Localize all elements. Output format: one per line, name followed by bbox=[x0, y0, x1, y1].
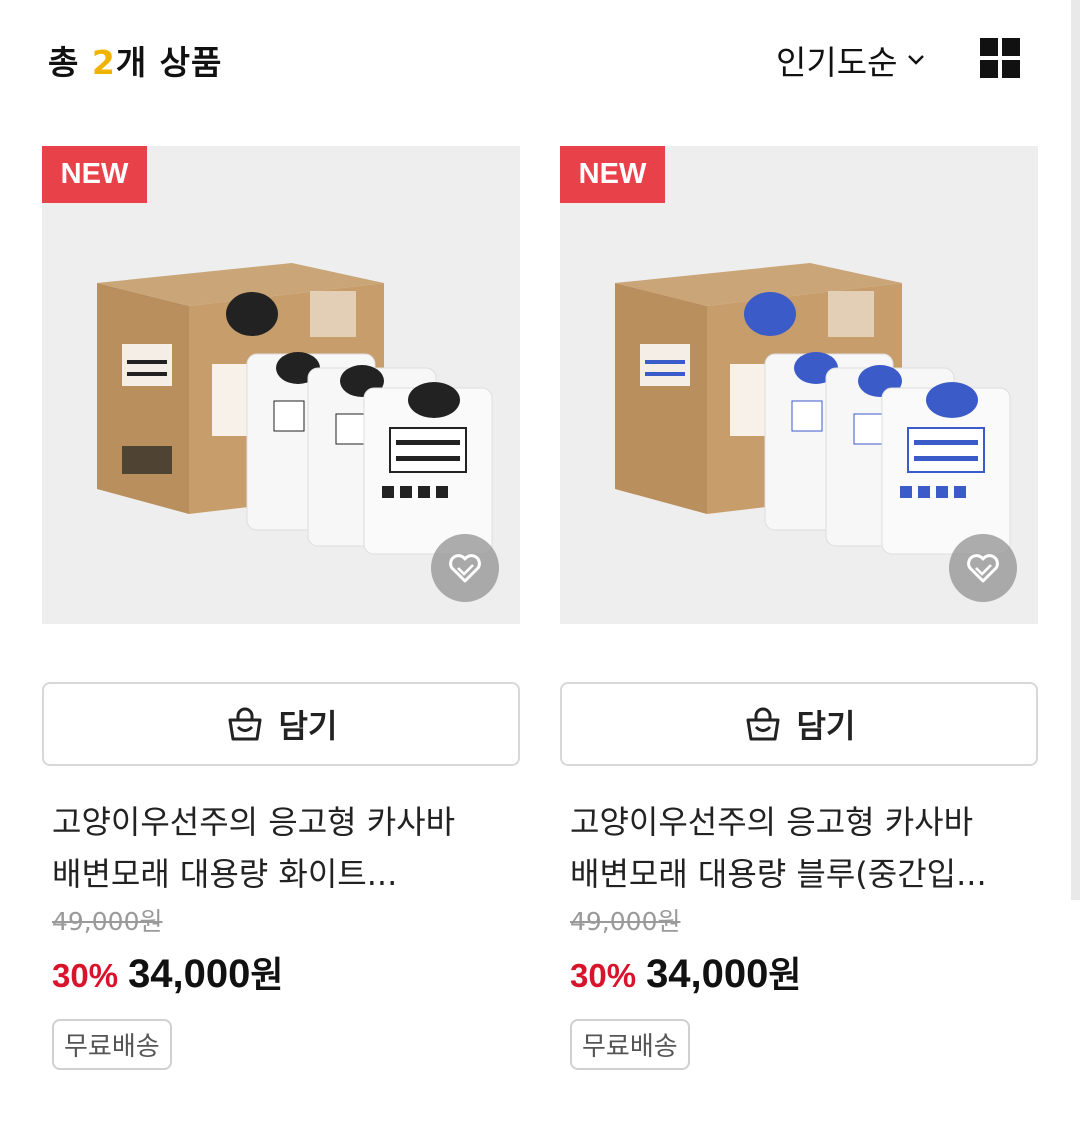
price-row: 30% 34,000 원 bbox=[570, 946, 802, 998]
price-row: 30% 34,000 원 bbox=[52, 946, 284, 998]
sale-price: 34,000 bbox=[128, 952, 251, 996]
chevron-down-icon bbox=[908, 55, 925, 65]
cart-label: 담기 bbox=[796, 707, 856, 745]
heart-icon bbox=[967, 554, 999, 583]
count-suffix: 개 상품 bbox=[115, 43, 223, 82]
shopping-bag-icon bbox=[228, 707, 262, 741]
product-image[interactable]: NEW bbox=[42, 146, 520, 624]
original-price: 49,000원 bbox=[570, 907, 681, 936]
title-line-1: 고양이우선주의 응고형 카사바 bbox=[52, 803, 456, 841]
original-price: 49,000원 bbox=[52, 907, 163, 936]
grid-cell bbox=[1002, 60, 1020, 78]
price-unit: 원 bbox=[768, 955, 802, 996]
grid-view-icon[interactable] bbox=[980, 38, 1020, 78]
free-shipping-tag: 무료배송 bbox=[570, 1019, 690, 1070]
sort-label: 인기도순 bbox=[776, 43, 898, 82]
add-to-cart-button[interactable]: 담기 bbox=[560, 682, 1038, 766]
product-card[interactable]: NEW 담기 고양이우선주의 응고형 카사바 배변모래 대용량 블루(중간입..… bbox=[560, 146, 1038, 1070]
discount-rate: 30% bbox=[52, 957, 119, 994]
list-header: 총 2개 상품 인기도순 bbox=[0, 0, 1080, 112]
product-title[interactable]: 고양이우선주의 응고형 카사바 배변모래 대용량 블루(중간입... bbox=[570, 796, 1030, 900]
product-title[interactable]: 고양이우선주의 응고형 카사바 배변모래 대용량 화이트... bbox=[52, 796, 512, 900]
grid-cell bbox=[980, 60, 998, 78]
product-image[interactable]: NEW bbox=[560, 146, 1038, 624]
product-count: 총 2개 상품 bbox=[48, 36, 222, 84]
grid-cell bbox=[1002, 38, 1020, 56]
heart-icon bbox=[449, 554, 481, 583]
grid-cell bbox=[980, 38, 998, 56]
title-line-1: 고양이우선주의 응고형 카사바 bbox=[570, 803, 974, 841]
free-shipping-tag: 무료배송 bbox=[52, 1019, 172, 1070]
scrollbar[interactable] bbox=[1071, 0, 1080, 900]
add-to-cart-button[interactable]: 담기 bbox=[42, 682, 520, 766]
new-badge: NEW bbox=[42, 146, 147, 203]
price-unit: 원 bbox=[250, 955, 284, 996]
product-card[interactable]: NEW 담기 고양이우선주의 응고형 카사바 배변모래 대용량 화이트... 4… bbox=[42, 146, 520, 1070]
cart-label: 담기 bbox=[278, 707, 338, 745]
new-badge: NEW bbox=[560, 146, 665, 203]
sort-dropdown[interactable]: 인기도순 bbox=[776, 36, 927, 84]
discount-rate: 30% bbox=[570, 957, 637, 994]
title-line-2: 배변모래 대용량 블루(중간입... bbox=[570, 855, 987, 893]
count-prefix: 총 bbox=[48, 43, 92, 82]
sale-price: 34,000 bbox=[646, 952, 769, 996]
wishlist-button[interactable] bbox=[431, 534, 499, 602]
count-number: 2 bbox=[91, 43, 116, 82]
shopping-bag-icon bbox=[746, 707, 780, 741]
title-line-2: 배변모래 대용량 화이트... bbox=[52, 855, 398, 893]
wishlist-button[interactable] bbox=[949, 534, 1017, 602]
